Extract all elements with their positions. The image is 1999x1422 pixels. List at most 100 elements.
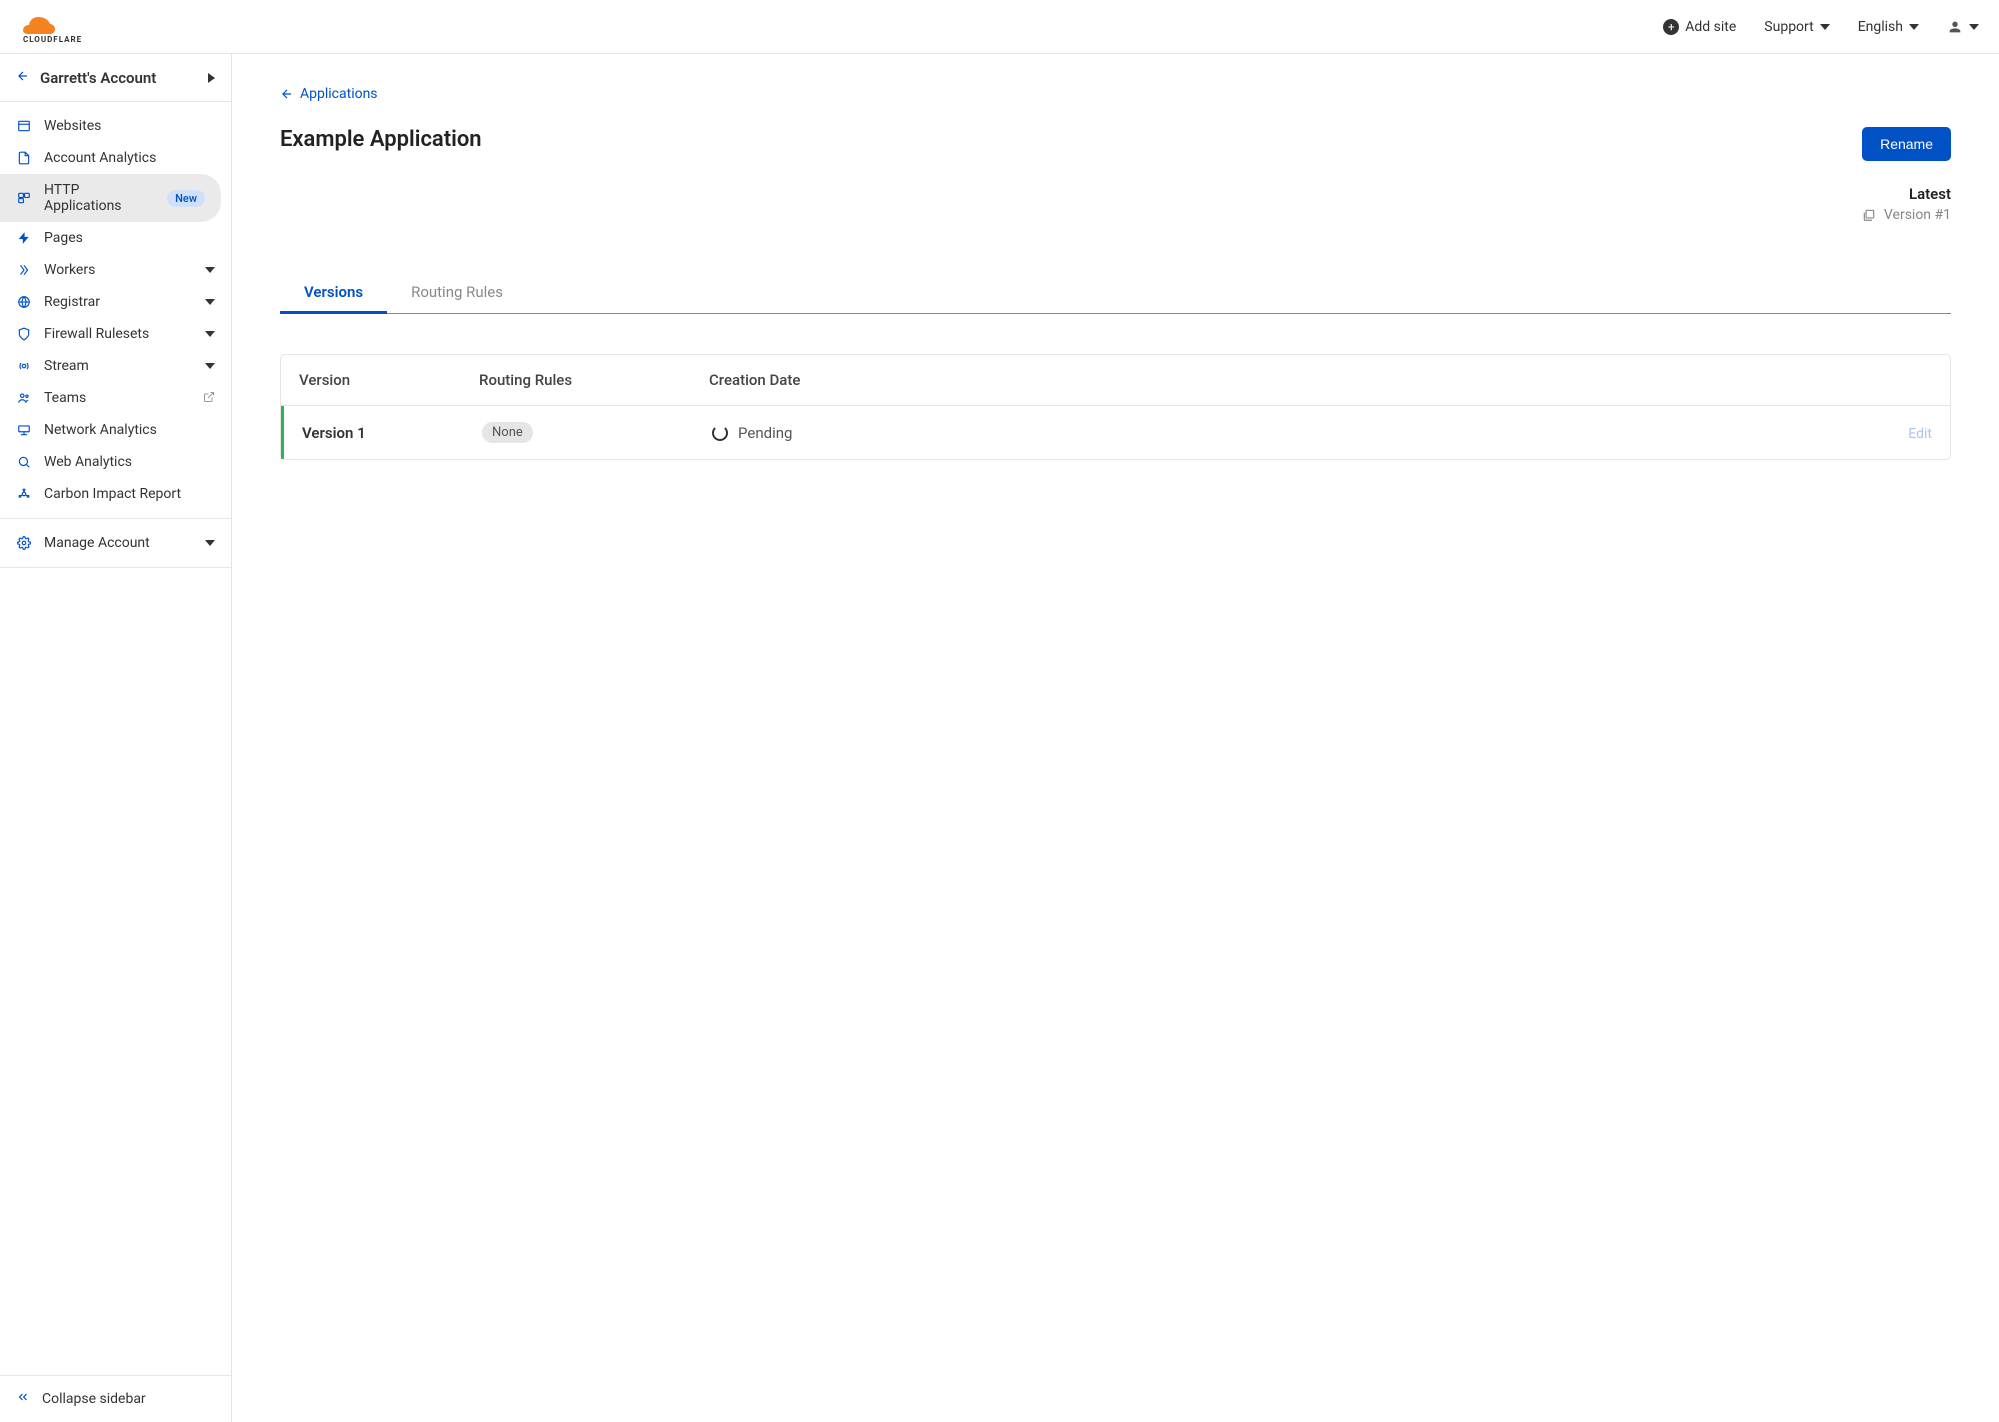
sidebar-item-account-analytics[interactable]: Account Analytics: [0, 142, 231, 174]
main-content: Applications Example Application Rename …: [232, 54, 1999, 1422]
gear-icon: [16, 536, 32, 550]
sidebar-item-label: Network Analytics: [44, 422, 215, 438]
external-link-icon: [203, 391, 215, 406]
versions-table: Version Routing Rules Creation Date Vers…: [280, 354, 1951, 460]
support-label: Support: [1764, 19, 1813, 35]
col-header-creation-date: Creation Date: [709, 371, 1872, 389]
sidebar-item-workers[interactable]: Workers: [0, 254, 231, 286]
sidebar-item-label: Registrar: [44, 294, 193, 310]
pending-status: Pending: [712, 424, 1872, 442]
caret-right-icon: [208, 73, 215, 83]
document-icon: [16, 151, 32, 165]
stream-icon: [16, 359, 32, 373]
chevron-down-icon: [205, 331, 215, 337]
latest-label: Latest: [280, 185, 1951, 203]
table-row: Version 1 None Pending Edit: [281, 406, 1950, 459]
svg-text:CLOUDFLARE: CLOUDFLARE: [23, 35, 82, 43]
sidebar-item-websites[interactable]: Websites: [0, 110, 231, 142]
sidebar-item-label: HTTP Applications: [44, 182, 155, 214]
breadcrumb-applications[interactable]: Applications: [280, 86, 378, 102]
sidebar-item-label: Websites: [44, 118, 215, 134]
browser-icon: [16, 119, 32, 133]
account-name: Garrett's Account: [40, 69, 156, 87]
chevron-down-icon: [205, 267, 215, 273]
rename-button[interactable]: Rename: [1862, 127, 1951, 161]
collapse-label: Collapse sidebar: [42, 1391, 146, 1407]
sidebar-item-web-analytics[interactable]: Web Analytics: [0, 446, 231, 478]
network-icon: [16, 423, 32, 437]
search-icon: [16, 455, 32, 469]
version-number: Version #1: [1884, 207, 1951, 223]
new-badge: New: [167, 190, 205, 207]
sidebar-item-label: Web Analytics: [44, 454, 215, 470]
pages-icon: [16, 231, 32, 245]
arrow-left-icon: [280, 87, 294, 101]
sidebar-item-stream[interactable]: Stream: [0, 350, 231, 382]
breadcrumb-label: Applications: [300, 86, 378, 102]
nav-list: Websites Account Analytics HTTP Applicat…: [0, 102, 231, 1375]
apps-icon: [16, 191, 32, 205]
sidebar-item-label: Stream: [44, 358, 193, 374]
chevron-down-icon: [205, 540, 215, 546]
sidebar-item-firewall-rulesets[interactable]: Firewall Rulesets: [0, 318, 231, 350]
support-menu[interactable]: Support: [1764, 19, 1829, 35]
carbon-icon: [16, 487, 32, 501]
sidebar-item-label: Account Analytics: [44, 150, 215, 166]
sidebar: Garrett's Account Websites Account Analy…: [0, 54, 232, 1422]
top-header: CLOUDFLARE + Add site Support English: [0, 0, 1999, 54]
sidebar-item-pages[interactable]: Pages: [0, 222, 231, 254]
arrow-left-icon: [16, 68, 30, 87]
sidebar-item-label: Workers: [44, 262, 193, 278]
sidebar-item-teams[interactable]: Teams: [0, 382, 231, 414]
tabs: Versions Routing Rules: [280, 271, 1951, 314]
versions-icon: [1862, 208, 1876, 222]
header-actions: + Add site Support English: [1663, 19, 1979, 35]
sidebar-item-label: Manage Account: [44, 535, 193, 551]
chevron-down-icon: [205, 363, 215, 369]
tab-versions[interactable]: Versions: [280, 271, 387, 313]
plus-circle-icon: +: [1663, 19, 1679, 35]
sidebar-item-carbon-impact[interactable]: Carbon Impact Report: [0, 478, 231, 510]
rules-none-pill: None: [482, 422, 533, 443]
sidebar-item-label: Firewall Rulesets: [44, 326, 193, 342]
col-header-version: Version: [299, 371, 479, 389]
collapse-sidebar-button[interactable]: Collapse sidebar: [0, 1375, 231, 1422]
sidebar-item-manage-account[interactable]: Manage Account: [0, 527, 231, 559]
account-selector[interactable]: Garrett's Account: [0, 54, 231, 102]
double-chevron-left-icon: [16, 1390, 30, 1408]
spinner-icon: [712, 425, 728, 441]
version-meta: Latest Version #1: [280, 185, 1951, 223]
nav-separator: [0, 567, 231, 568]
teams-icon: [16, 391, 32, 405]
sidebar-item-label: Teams: [44, 390, 191, 406]
workers-icon: [16, 263, 32, 277]
add-site-label: Add site: [1685, 19, 1736, 35]
cell-version: Version 1: [302, 424, 482, 442]
language-menu[interactable]: English: [1858, 19, 1919, 35]
sidebar-item-registrar[interactable]: Registrar: [0, 286, 231, 318]
chevron-down-icon: [205, 299, 215, 305]
tab-label: Routing Rules: [411, 283, 503, 301]
user-menu[interactable]: [1947, 19, 1979, 35]
sidebar-item-label: Carbon Impact Report: [44, 486, 215, 502]
language-label: English: [1858, 19, 1903, 35]
tab-routing-rules[interactable]: Routing Rules: [387, 271, 527, 313]
sidebar-item-network-analytics[interactable]: Network Analytics: [0, 414, 231, 446]
sidebar-item-http-applications[interactable]: HTTP Applications New: [0, 174, 221, 222]
edit-link[interactable]: Edit: [1908, 426, 1932, 442]
table-header: Version Routing Rules Creation Date: [281, 355, 1950, 406]
status-label: Pending: [738, 424, 792, 442]
cloudflare-logo[interactable]: CLOUDFLARE: [20, 11, 130, 43]
globe-icon: [16, 295, 32, 309]
col-header-routing-rules: Routing Rules: [479, 371, 709, 389]
shield-icon: [16, 327, 32, 341]
sidebar-item-label: Pages: [44, 230, 215, 246]
nav-separator: [0, 518, 231, 519]
tab-label: Versions: [304, 283, 363, 301]
chevron-down-icon: [1820, 24, 1830, 30]
chevron-down-icon: [1969, 24, 1979, 30]
add-site-button[interactable]: + Add site: [1663, 19, 1736, 35]
page-title: Example Application: [280, 127, 482, 152]
user-icon: [1947, 19, 1963, 35]
chevron-down-icon: [1909, 24, 1919, 30]
